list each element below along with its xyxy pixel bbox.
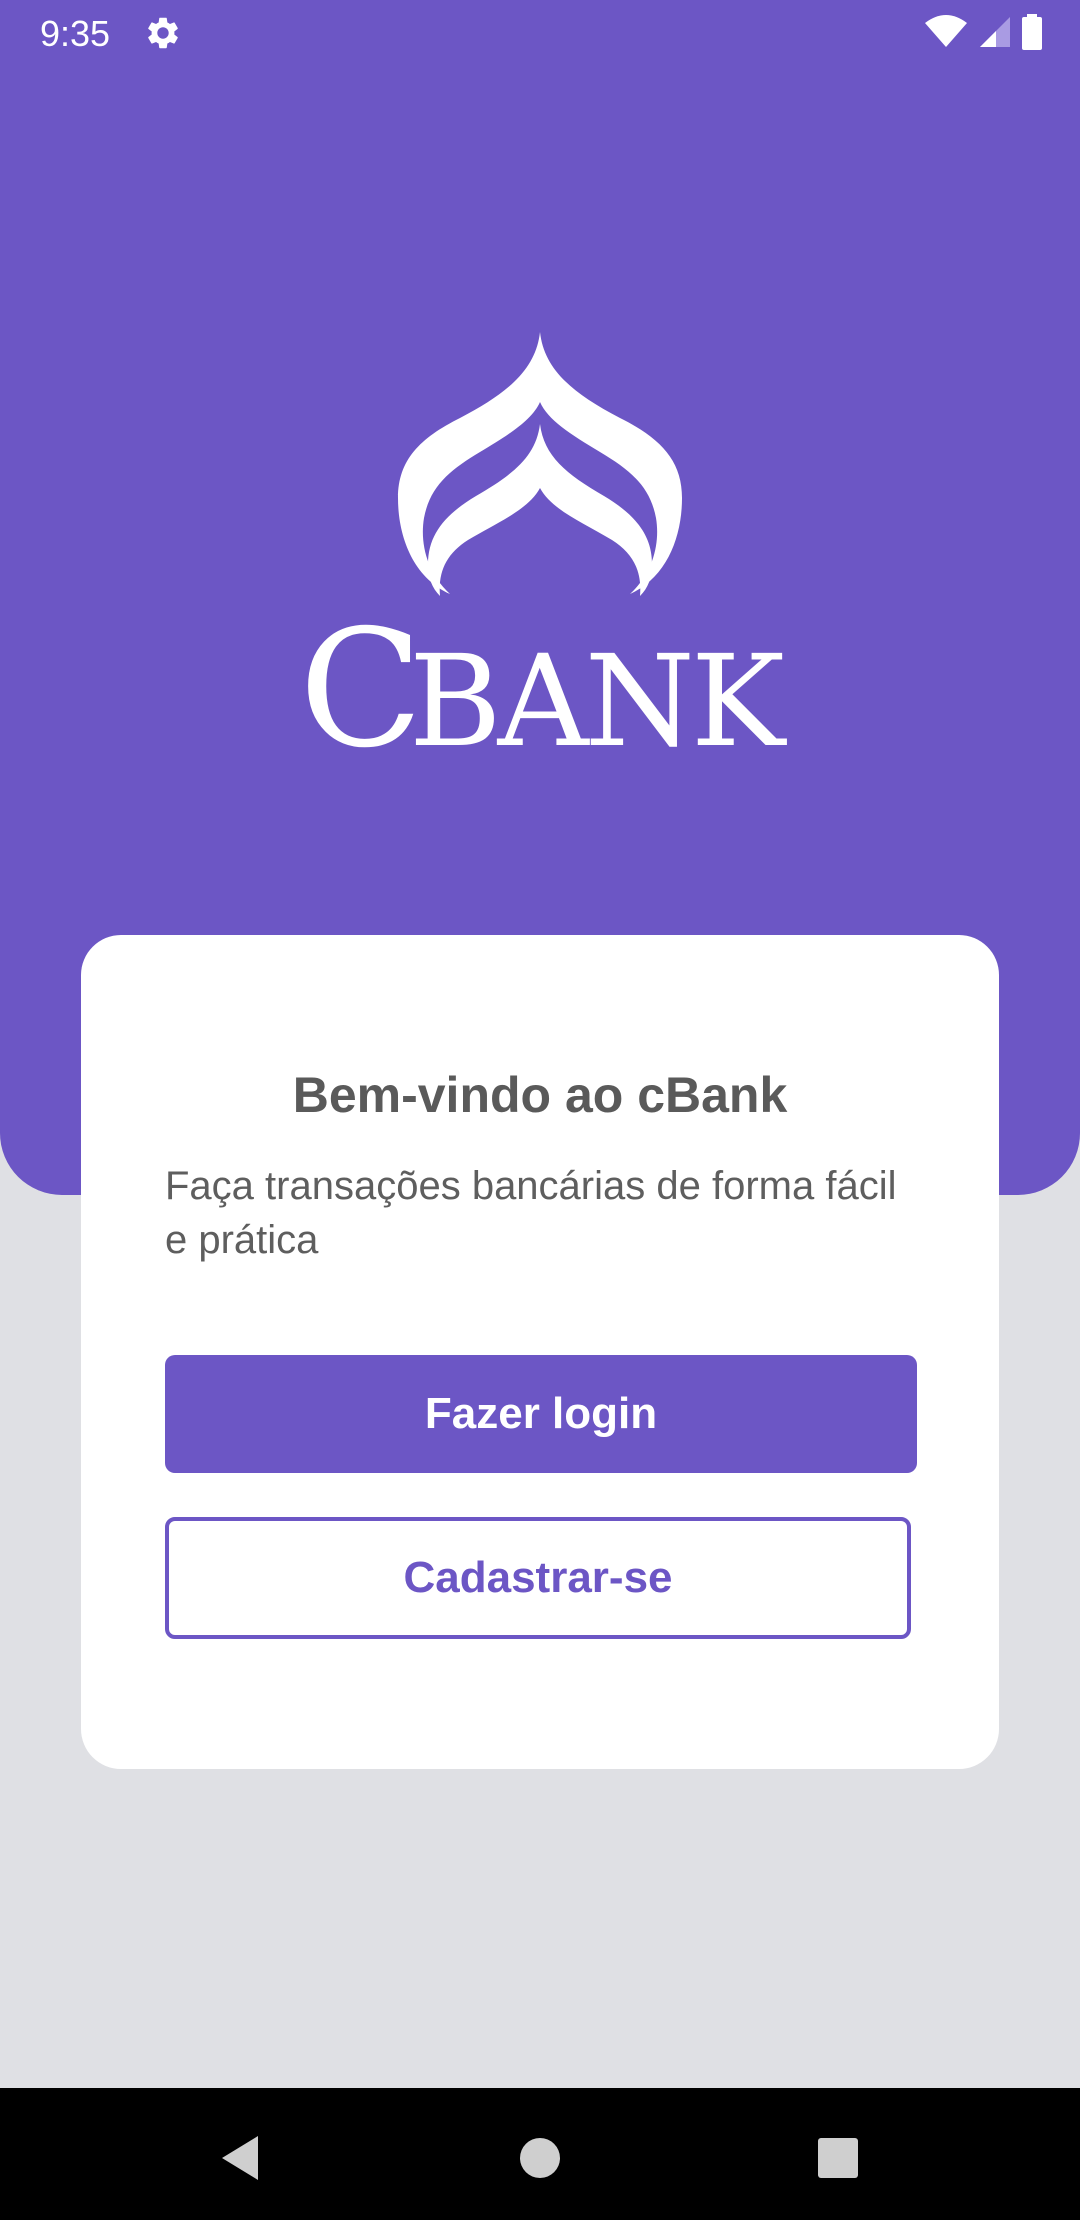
brand-wordmark-rest: BANK — [408, 628, 785, 775]
status-icons — [924, 13, 1044, 55]
system-nav-bar — [0, 2088, 1080, 2220]
status-time: 9:35 — [40, 13, 111, 54]
login-button[interactable]: Fazer login — [165, 1355, 917, 1473]
home-circle-icon[interactable] — [500, 2118, 580, 2198]
status-bar: 9:35 — [0, 0, 1080, 66]
signup-button[interactable]: Cadastrar-se — [165, 1517, 911, 1639]
settings-gear-icon — [144, 14, 182, 52]
welcome-subtitle: Faça transações bancárias de forma fácil… — [165, 1164, 897, 1262]
battery-icon — [1020, 13, 1044, 55]
back-triangle-icon[interactable] — [200, 2118, 280, 2198]
cbank-logo-icon — [330, 328, 750, 598]
welcome-title: Bem-vindo ao cBank — [292, 1067, 788, 1123]
wifi-icon — [924, 14, 968, 54]
cellular-signal-icon — [976, 15, 1012, 54]
brand-wordmark-initial: C — [299, 596, 423, 784]
recents-square-icon[interactable] — [798, 2118, 878, 2198]
brand-wordmark: CBANK — [0, 609, 1080, 775]
welcome-card: Bem-vindo ao cBank Faça transações bancá… — [81, 935, 999, 1769]
